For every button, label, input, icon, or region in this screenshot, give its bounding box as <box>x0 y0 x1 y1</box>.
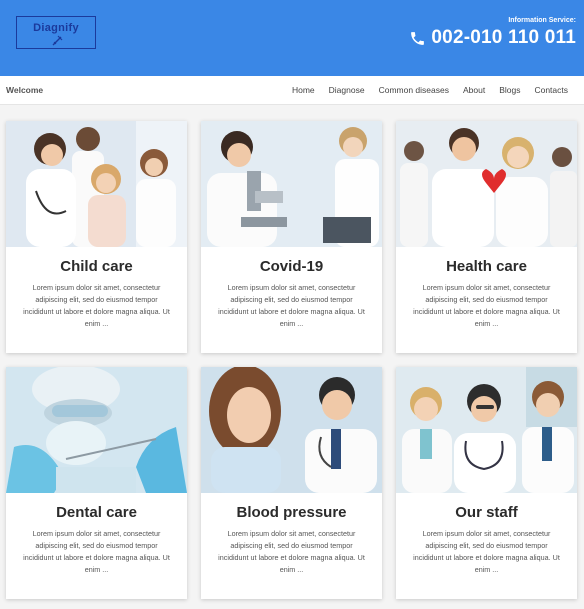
card-dental-care[interactable]: Dental care Lorem ipsum dolor sit amet, … <box>6 367 187 599</box>
card-text: Lorem ipsum dolor sit amet, consectetur … <box>218 283 365 328</box>
card-image <box>396 121 577 247</box>
card-text: Lorem ipsum dolor sit amet, consectetur … <box>23 283 170 328</box>
card-title: Child care <box>60 258 133 275</box>
navbar: Welcome Home Diagnose Common diseases Ab… <box>0 76 584 105</box>
nav-diagnose[interactable]: Diagnose <box>329 85 365 95</box>
card-image <box>201 121 382 247</box>
card-blood-pressure[interactable]: Blood pressure Lorem ipsum dolor sit ame… <box>201 367 382 599</box>
card-text: Lorem ipsum dolor sit amet, consectetur … <box>218 529 365 574</box>
phone-number: 002-010 110 011 <box>431 27 576 48</box>
phone-icon <box>411 31 425 45</box>
card-image <box>396 367 577 493</box>
nav-about[interactable]: About <box>463 85 485 95</box>
card-title: Health care <box>446 258 527 275</box>
header: Diagnify Information Service: 002-010 11… <box>0 0 584 76</box>
card-image <box>6 367 187 493</box>
main-nav: Home Diagnose Common diseases About Blog… <box>278 85 568 95</box>
card-our-staff[interactable]: Our staff Lorem ipsum dolor sit amet, co… <box>396 367 577 599</box>
info-service-label: Information Service: <box>508 17 576 24</box>
card-title: Our staff <box>455 504 518 521</box>
nav-blogs[interactable]: Blogs <box>499 85 520 95</box>
syringe-icon <box>52 35 63 46</box>
card-text: Lorem ipsum dolor sit amet, consectetur … <box>413 283 560 328</box>
card-title: Covid-19 <box>259 258 324 275</box>
nav-contacts[interactable]: Contacts <box>534 85 568 95</box>
welcome-text: Welcome <box>6 85 44 95</box>
card-title: Blood pressure <box>236 504 347 521</box>
nav-home[interactable]: Home <box>292 85 315 95</box>
phone-contact[interactable]: 002-010 110 011 <box>409 27 576 49</box>
card-covid-19[interactable]: Covid-19 Lorem ipsum dolor sit amet, con… <box>201 121 382 353</box>
card-title: Dental care <box>56 504 137 521</box>
logo-text: Diagnify <box>33 22 79 34</box>
card-text: Lorem ipsum dolor sit amet, consectetur … <box>413 529 560 574</box>
card-health-care[interactable]: Health care Lorem ipsum dolor sit amet, … <box>396 121 577 353</box>
card-image <box>6 121 187 247</box>
nav-common-diseases[interactable]: Common diseases <box>379 85 449 95</box>
card-image <box>201 367 382 493</box>
logo[interactable]: Diagnify <box>16 16 96 49</box>
card-text: Lorem ipsum dolor sit amet, consectetur … <box>23 529 170 574</box>
card-child-care[interactable]: Child care Lorem ipsum dolor sit amet, c… <box>6 121 187 353</box>
